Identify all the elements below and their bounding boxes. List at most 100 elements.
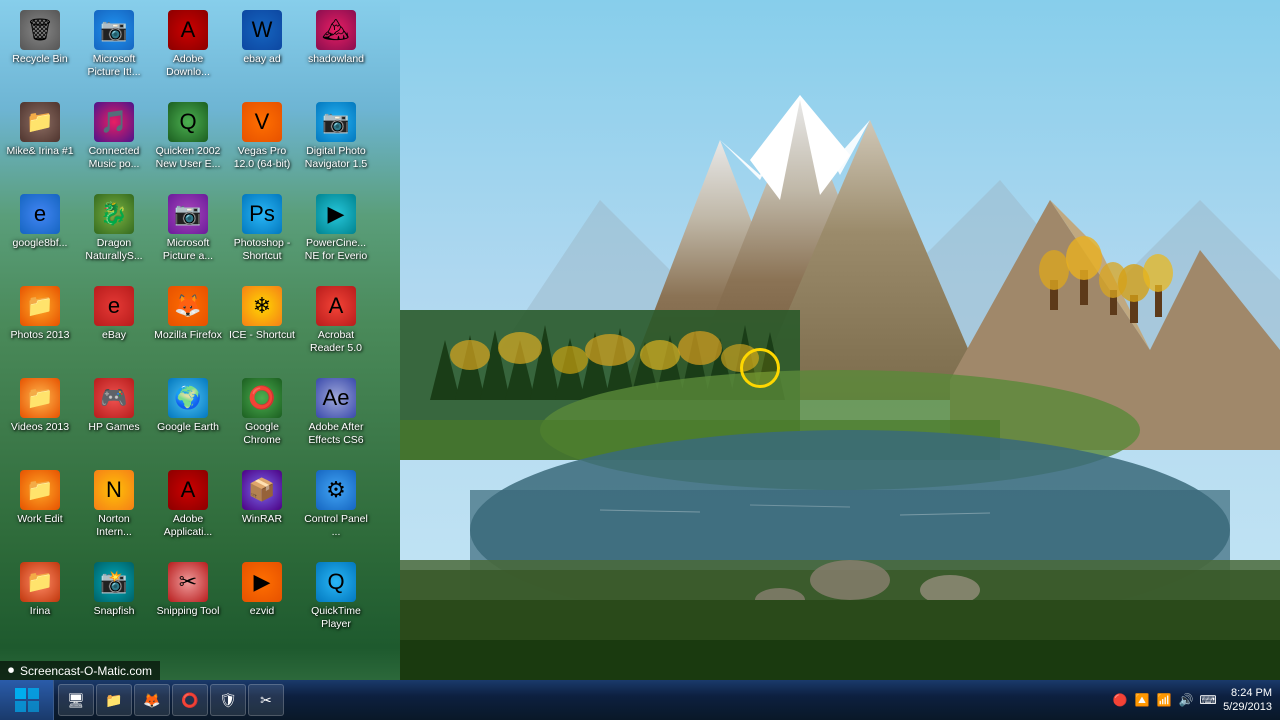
- desktop-icon-acrobat[interactable]: A Acrobat Reader 5.0: [300, 282, 372, 372]
- desktop-icon-ms-picture-it[interactable]: 📷 Microsoft Picture It!...: [78, 6, 150, 96]
- tb-hp-btn[interactable]: 🖥: [58, 684, 94, 716]
- tb-chrome-btn[interactable]: ⭕: [172, 684, 208, 716]
- tray-volume-icon[interactable]: 🔊: [1177, 691, 1195, 709]
- icon-label-ezvid: ezvid: [250, 605, 275, 618]
- icon-image-quicktime: Q: [316, 562, 356, 602]
- tb-snip-icon: ✂: [257, 691, 275, 709]
- icon-image-photos2013: 📁: [20, 286, 60, 326]
- desktop-icon-google-earth[interactable]: 🌍 Google Earth: [152, 374, 224, 464]
- icon-image-google-earth: 🌍: [168, 378, 208, 418]
- icon-label-google-earth: Google Earth: [157, 421, 219, 434]
- desktop-icon-ms-pic2[interactable]: 📷Microsoft Picture a...: [152, 190, 224, 280]
- desktop-icon-videos2013[interactable]: 📁Videos 2013: [4, 374, 76, 464]
- icon-label-irina: Irina: [30, 605, 50, 618]
- icon-image-ebay2: e: [94, 286, 134, 326]
- desktop-icon-google-chrome[interactable]: ⭕ Google Chrome: [226, 374, 298, 464]
- taskbar: 🖥 📁 🦊 ⭕ 🛡 ✂ 🔴 🔼 📶 🔊 ⌨ 8:24 PM 5/29/2013: [0, 680, 1280, 720]
- icon-label-acrobat: Acrobat Reader 5.0: [302, 329, 370, 354]
- tray-security-icon[interactable]: 🔴: [1111, 691, 1129, 709]
- desktop-icon-quicktime[interactable]: Q QuickTime Player: [300, 558, 372, 648]
- desktop-icon-firefox[interactable]: 🦊Mozilla Firefox: [152, 282, 224, 372]
- icon-image-adobe-downlo: A: [168, 10, 208, 50]
- desktop-icon-mike-irina[interactable]: 📁Mike& Irina #1: [4, 98, 76, 188]
- desktop-icon-ezvid[interactable]: ▶ ezvid: [226, 558, 298, 648]
- icon-image-quicken: Q: [168, 102, 208, 142]
- desktop-icon-quicken[interactable]: QQuicken 2002 New User E...: [152, 98, 224, 188]
- icon-label-shadowland: shadowland: [308, 53, 364, 66]
- tray-network-icon[interactable]: 📶: [1155, 691, 1173, 709]
- icon-image-ms-picture-it: 📷: [94, 10, 134, 50]
- icon-image-adobe-ae: Ae: [316, 378, 356, 418]
- icon-image-google8: e: [20, 194, 60, 234]
- icon-image-firefox: 🦊: [168, 286, 208, 326]
- desktop-icon-work-edit[interactable]: 📁 Work Edit: [4, 466, 76, 556]
- desktop-icon-shadowland[interactable]: 🏔 shadowland: [300, 6, 372, 96]
- icon-image-ice: ❄: [242, 286, 282, 326]
- icon-image-shadowland: 🏔: [316, 10, 356, 50]
- icon-label-control-panel: Control Panel ...: [302, 513, 370, 538]
- desktop-icon-powercine[interactable]: ▶PowerCine... NE for Everio: [300, 190, 372, 280]
- desktop-icon-dragon[interactable]: 🐉 Dragon NaturallyS...: [78, 190, 150, 280]
- tb-security-btn[interactable]: 🛡: [210, 684, 246, 716]
- tb-chrome-icon: ⭕: [181, 691, 199, 709]
- tray-keyboard-icon[interactable]: ⌨: [1199, 691, 1217, 709]
- desktop-icon-ebay2[interactable]: eeBay: [78, 282, 150, 372]
- desktop-icon-adobe-downlo[interactable]: AAdobe Downlo...: [152, 6, 224, 96]
- start-button[interactable]: [0, 680, 54, 720]
- icon-image-ezvid: ▶: [242, 562, 282, 602]
- icon-image-control-panel: ⚙: [316, 470, 356, 510]
- desktop-icon-word-doc[interactable]: Webay ad: [226, 6, 298, 96]
- system-clock[interactable]: 8:24 PM 5/29/2013: [1223, 686, 1272, 715]
- desktop-icon-photos2013[interactable]: 📁Photos 2013: [4, 282, 76, 372]
- desktop-icon-connected-music[interactable]: 🎵Connected Music po...: [78, 98, 150, 188]
- icon-image-irina: 📁: [20, 562, 60, 602]
- icon-image-recycle-bin: 🗑: [20, 10, 60, 50]
- desktop-icon-norton[interactable]: NNorton Intern...: [78, 466, 150, 556]
- icon-label-snapfish: Snapfish: [94, 605, 135, 618]
- tb-snip-btn[interactable]: ✂: [248, 684, 284, 716]
- screencast-text: Screencast-O-Matic.com: [20, 664, 152, 678]
- icon-image-norton: N: [94, 470, 134, 510]
- desktop-icon-irina[interactable]: 📁 Irina: [4, 558, 76, 648]
- icon-label-mike-irina: Mike& Irina #1: [6, 145, 73, 158]
- desktop-icon-snapfish[interactable]: 📸Snapfish: [78, 558, 150, 648]
- tb-folder-icon: 📁: [105, 691, 123, 709]
- icon-image-ms-pic2: 📷: [168, 194, 208, 234]
- desktop-icon-google8[interactable]: e google8bf...: [4, 190, 76, 280]
- icon-label-google-chrome: Google Chrome: [228, 421, 296, 446]
- icon-image-connected-music: 🎵: [94, 102, 134, 142]
- icon-image-google-chrome: ⭕: [242, 378, 282, 418]
- desktop-icon-vegas-pro[interactable]: V Vegas Pro 12.0 (64-bit): [226, 98, 298, 188]
- desktop-icon-recycle-bin[interactable]: 🗑Recycle Bin: [4, 6, 76, 96]
- desktop-icon-snipping[interactable]: ✂Snipping Tool: [152, 558, 224, 648]
- desktop-icon-photoshop[interactable]: PsPhotoshop - Shortcut: [226, 190, 298, 280]
- tray-arrow-icon[interactable]: 🔼: [1133, 691, 1151, 709]
- desktop-icon-ice[interactable]: ❄ ICE - Shortcut: [226, 282, 298, 372]
- tb-firefox-btn[interactable]: 🦊: [134, 684, 170, 716]
- tb-folder-btn[interactable]: 📁: [96, 684, 132, 716]
- icon-label-work-edit: Work Edit: [17, 513, 62, 526]
- icon-image-photoshop: Ps: [242, 194, 282, 234]
- desktop-icon-adobe-app[interactable]: AAdobe Applicati...: [152, 466, 224, 556]
- icon-image-work-edit: 📁: [20, 470, 60, 510]
- icon-image-winrar: 📦: [242, 470, 282, 510]
- icon-label-dragon: Dragon NaturallyS...: [80, 237, 148, 262]
- desktop-icon-adobe-ae[interactable]: Ae Adobe After Effects CS6: [300, 374, 372, 464]
- desktop-icon-control-panel[interactable]: ⚙ Control Panel ...: [300, 466, 372, 556]
- icon-image-dragon: 🐉: [94, 194, 134, 234]
- icon-label-vegas-pro: Vegas Pro 12.0 (64-bit): [228, 145, 296, 170]
- icon-label-adobe-ae: Adobe After Effects CS6: [302, 421, 370, 446]
- windows-logo-icon: [13, 686, 41, 714]
- desktop-icon-hp-games[interactable]: 🎮HP Games: [78, 374, 150, 464]
- icon-label-google8: google8bf...: [13, 237, 68, 250]
- icon-image-acrobat: A: [316, 286, 356, 326]
- icon-label-quicktime: QuickTime Player: [302, 605, 370, 630]
- icon-label-ice: ICE - Shortcut: [229, 329, 295, 342]
- icon-label-ms-picture-it: Microsoft Picture It!...: [80, 53, 148, 78]
- icon-label-hp-games: HP Games: [88, 421, 139, 434]
- icon-label-adobe-app: Adobe Applicati...: [154, 513, 222, 538]
- taskbar-right-area: 🔴 🔼 📶 🔊 ⌨ 8:24 PM 5/29/2013: [1103, 680, 1280, 720]
- desktop-icon-winrar[interactable]: 📦WinRAR: [226, 466, 298, 556]
- desktop-icon-digital-photo[interactable]: 📷Digital Photo Navigator 1.5: [300, 98, 372, 188]
- icon-image-vegas-pro: V: [242, 102, 282, 142]
